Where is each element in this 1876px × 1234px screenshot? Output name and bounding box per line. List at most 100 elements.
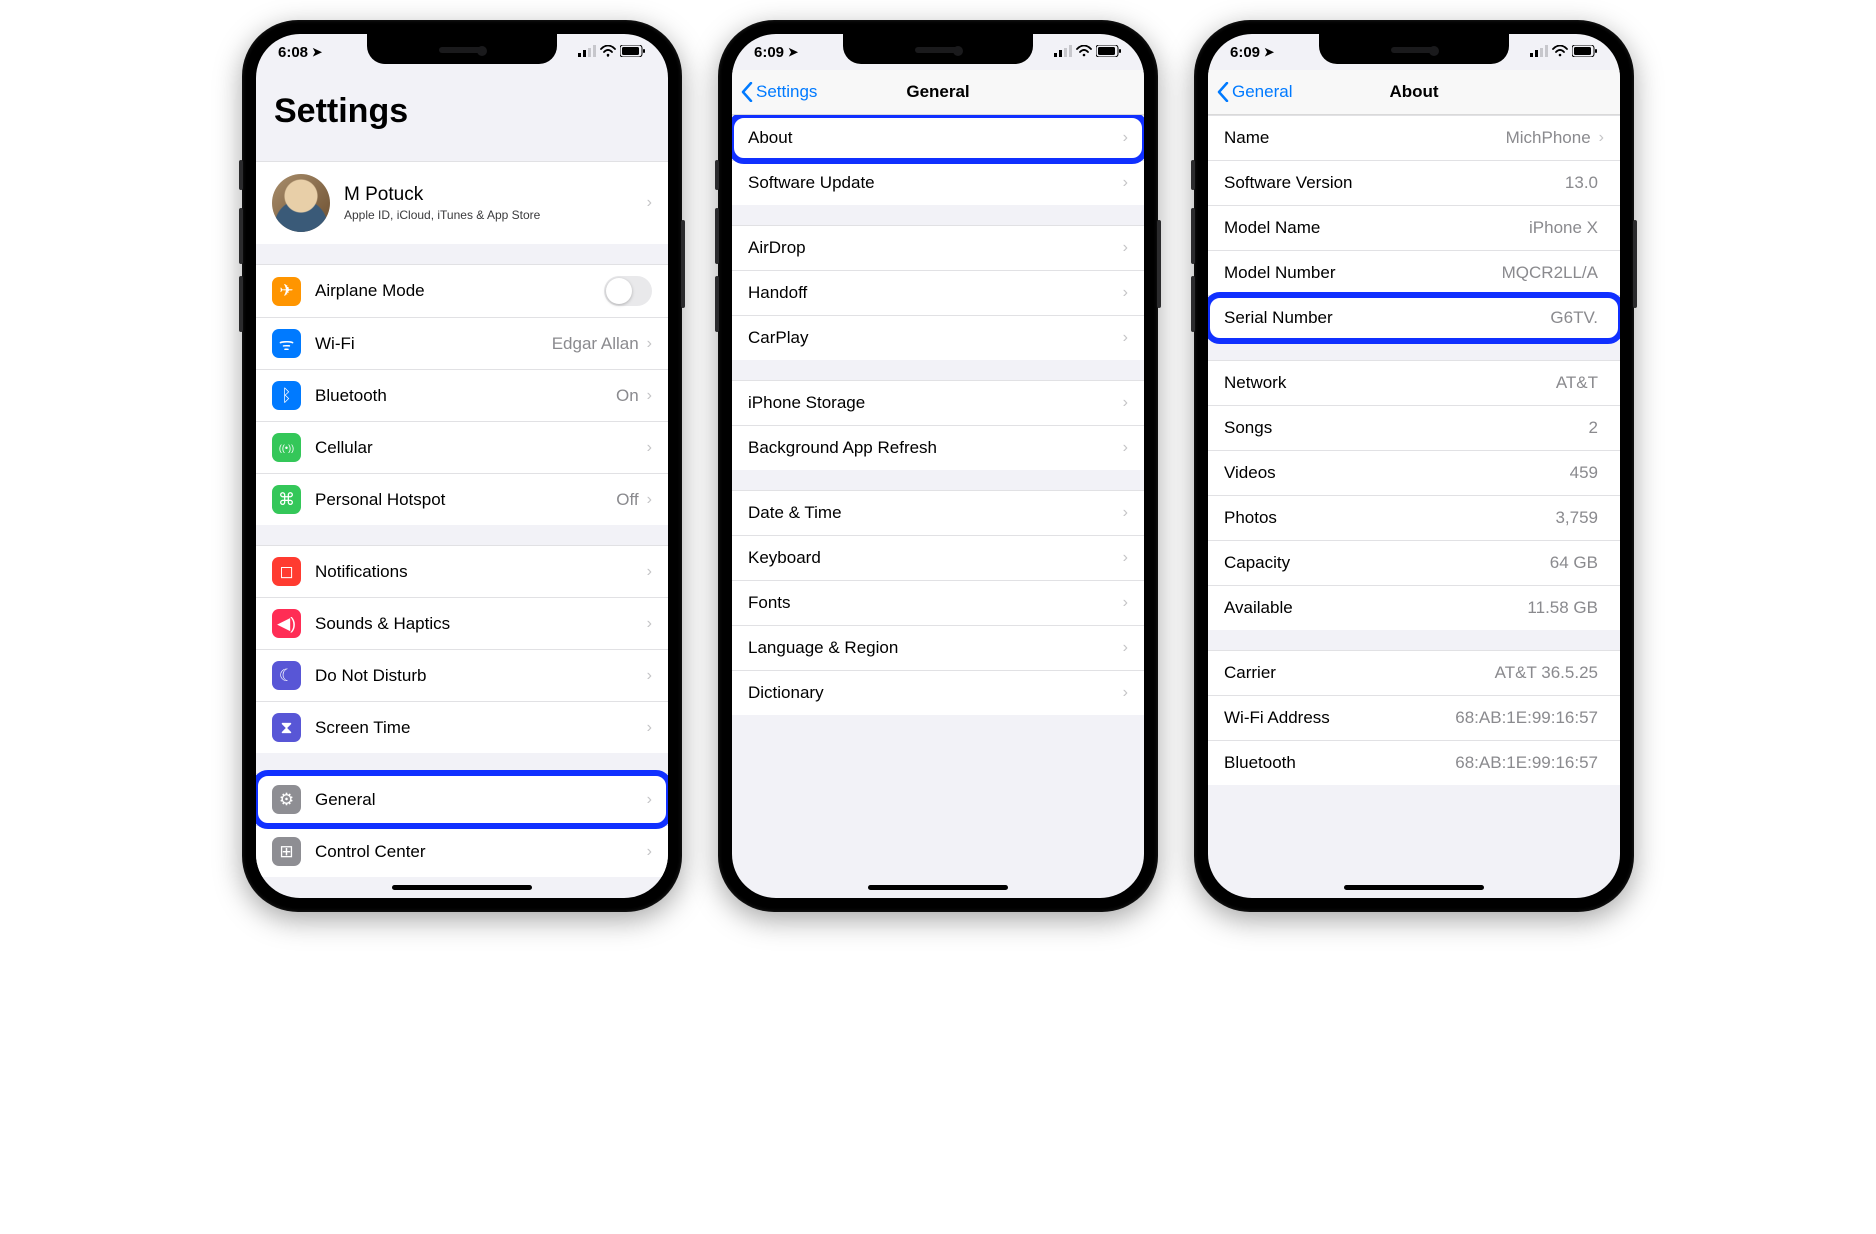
chevron-right-icon: › [647,335,652,353]
cell-label: Keyboard [748,548,1121,568]
cell-screen-time[interactable]: ⧗Screen Time› [256,702,668,753]
cell-date-time[interactable]: Date & Time› [732,490,1144,536]
cell-personal-hotspot[interactable]: ⌘Personal HotspotOff› [256,474,668,525]
cell-carrier[interactable]: CarrierAT&T 36.5.25 [1208,650,1620,696]
cell-label: Do Not Disturb [315,666,645,686]
toggle-switch[interactable] [604,276,652,306]
plane-icon: ✈︎ [272,277,301,306]
sound-icon: ◀︎) [272,609,301,638]
chevron-right-icon: › [1599,129,1604,147]
cell-label: Name [1224,128,1506,148]
home-indicator[interactable] [868,885,1008,890]
cell-airplane-mode[interactable]: ✈︎Airplane Mode [256,264,668,318]
cell-wi-fi[interactable]: ᯤWi-FiEdgar Allan› [256,318,668,370]
chevron-right-icon: › [1123,594,1128,612]
chevron-right-icon: › [647,491,652,509]
cell-value: AT&T 36.5.25 [1495,663,1598,683]
cell-airdrop[interactable]: AirDrop› [732,225,1144,271]
phone-general: 6:09 ➤ Settings General About›Software U… [718,20,1158,912]
cell-label: Bluetooth [315,386,616,406]
cell-name[interactable]: NameMichPhone › [1208,115,1620,161]
chevron-right-icon: › [647,439,652,457]
cell-label: Date & Time [748,503,1121,523]
home-indicator[interactable] [1344,885,1484,890]
avatar [272,174,330,232]
cell-carplay[interactable]: CarPlay› [732,316,1144,360]
cell-bluetooth[interactable]: ᛒBluetoothOn› [256,370,668,422]
cell-notifications[interactable]: ◻︎Notifications› [256,545,668,598]
cell-videos[interactable]: Videos459 [1208,451,1620,496]
cell-network[interactable]: NetworkAT&T [1208,360,1620,406]
cell-label: Cellular [315,438,645,458]
cell-value: 64 GB [1550,553,1598,573]
cell-general[interactable]: ⚙︎General› [256,773,668,826]
cell-dictionary[interactable]: Dictionary› [732,671,1144,715]
wifi-icon [1076,44,1092,61]
chevron-right-icon: › [1123,239,1128,257]
cell-value: 68:AB:1E:99:16:57 [1455,753,1598,773]
cell-fonts[interactable]: Fonts› [732,581,1144,626]
battery-icon [1096,44,1122,61]
back-button[interactable]: General [1216,82,1292,102]
cell-photos[interactable]: Photos3,759 [1208,496,1620,541]
cell-value: 13.0 [1565,173,1598,193]
cell-wi-fi-address[interactable]: Wi-Fi Address68:AB:1E:99:16:57 [1208,696,1620,741]
home-indicator[interactable] [392,885,532,890]
cell-available[interactable]: Available11.58 GB [1208,586,1620,630]
battery-icon [1572,44,1598,61]
cell-icon: ((•)) [272,433,301,462]
cell-capacity[interactable]: Capacity64 GB [1208,541,1620,586]
content-about[interactable]: NameMichPhone›Software Version13.0Model … [1208,115,1620,898]
cell-label: General [315,790,645,810]
chevron-right-icon: › [1123,129,1128,147]
status-time: 6:09 [1230,44,1260,61]
chevron-right-icon: › [647,194,652,212]
cell-background-app-refresh[interactable]: Background App Refresh› [732,426,1144,470]
cell-model-name[interactable]: Model NameiPhone X [1208,206,1620,251]
apple-id-cell[interactable]: M Potuck Apple ID, iCloud, iTunes & App … [256,161,668,244]
location-icon: ➤ [1264,45,1274,59]
back-label: Settings [756,82,817,102]
cell-value: 459 [1570,463,1598,483]
content-settings[interactable]: Settings M Potuck Apple ID, iCloud, iTun… [256,70,668,898]
cell-label: Available [1224,598,1527,618]
cell-value: MichPhone [1506,128,1591,148]
content-general[interactable]: About›Software Update› AirDrop›Handoff›C… [732,115,1144,898]
bt-icon: ᛒ [272,381,301,410]
ctrl-icon: ⊞ [272,837,301,866]
cell-label: Fonts [748,593,1121,613]
cell-language-region[interactable]: Language & Region› [732,626,1144,671]
cell-label: Background App Refresh [748,438,1121,458]
back-button[interactable]: Settings [740,82,817,102]
chevron-right-icon: › [1123,439,1128,457]
cell-control-center[interactable]: ⊞Control Center› [256,826,668,877]
cell-software-version[interactable]: Software Version13.0 [1208,161,1620,206]
nav-title: General [906,82,969,102]
status-time: 6:08 [278,44,308,61]
wifi-icon [1552,44,1568,61]
cell-iphone-storage[interactable]: iPhone Storage› [732,380,1144,426]
cell-sounds-haptics[interactable]: ◀︎)Sounds & Haptics› [256,598,668,650]
cell-about[interactable]: About› [732,115,1144,161]
cell-value: iPhone X [1529,218,1598,238]
cell-label: Carrier [1224,663,1495,683]
cell-do-not-disturb[interactable]: ☾Do Not Disturb› [256,650,668,702]
cell-label: CarPlay [748,328,1121,348]
cell-software-update[interactable]: Software Update› [732,161,1144,205]
cell-value: AT&T [1556,373,1598,393]
cell-value: MQCR2LL/A [1502,263,1598,283]
wifi-icon [600,44,616,61]
cell-label: Language & Region [748,638,1121,658]
cell-bluetooth[interactable]: Bluetooth68:AB:1E:99:16:57 [1208,741,1620,785]
wifi-icon: ᯤ [272,329,301,358]
cell-value: Edgar Allan [552,334,639,354]
cell-keyboard[interactable]: Keyboard› [732,536,1144,581]
cell-cellular[interactable]: ((•)) Cellular› [256,422,668,474]
cell-label: Videos [1224,463,1570,483]
cell-handoff[interactable]: Handoff› [732,271,1144,316]
cell-label: Capacity [1224,553,1550,573]
cell-model-number[interactable]: Model NumberMQCR2LL/A [1208,251,1620,296]
cell-songs[interactable]: Songs2 [1208,406,1620,451]
cell-serial-number[interactable]: Serial NumberG6TV. [1208,296,1620,340]
cell-label: Personal Hotspot [315,490,616,510]
